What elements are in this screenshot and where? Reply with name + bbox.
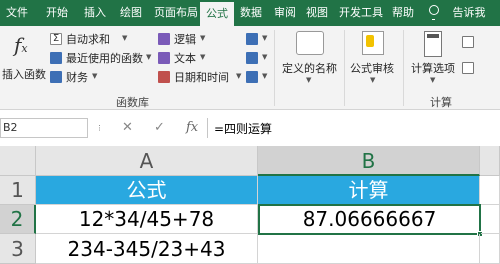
column-header-a[interactable]: A	[36, 146, 258, 176]
column-header-b[interactable]: B	[258, 146, 480, 176]
autosum-button[interactable]: 自动求和	[66, 31, 110, 47]
row-header-2[interactable]: 2	[0, 205, 36, 234]
fx-icon[interactable]: fx	[186, 120, 198, 135]
tab-insert[interactable]: 插入	[78, 0, 112, 26]
lightbulb-icon[interactable]	[429, 5, 439, 20]
calculator-display	[427, 34, 439, 38]
more-vertical-icon: ⋮	[96, 124, 103, 132]
cell-c1[interactable]	[480, 176, 500, 205]
cell-b1[interactable]: 计算	[258, 176, 480, 205]
tab-file[interactable]: 文件	[0, 0, 34, 26]
cell-c2[interactable]	[481, 205, 500, 234]
tab-formulas[interactable]: 公式	[200, 2, 234, 26]
tag-icon[interactable]	[296, 31, 324, 55]
question-book-icon	[158, 33, 170, 45]
warning-icon	[366, 35, 374, 47]
theta-icon[interactable]	[246, 52, 258, 64]
name-box-value[interactable]: B2	[3, 121, 18, 134]
tab-data[interactable]: 数据	[234, 0, 268, 26]
clock-icon	[158, 71, 170, 83]
calculation-options-button[interactable]: 计算选项	[411, 60, 455, 76]
date-time-button[interactable]: 日期和时间	[174, 69, 229, 85]
tab-help[interactable]: 帮助	[386, 0, 420, 26]
chevron-down-icon[interactable]: ▼	[262, 72, 267, 80]
chevron-down-icon[interactable]: ▼	[146, 53, 151, 61]
formula-auditing-button[interactable]: 公式审核	[350, 60, 394, 76]
calc-now-icon[interactable]	[462, 62, 474, 74]
text-icon	[158, 52, 170, 64]
chevron-down-icon[interactable]: ▼	[430, 76, 435, 84]
cell-b2[interactable]: 87.06666667	[258, 204, 481, 235]
defined-names-button[interactable]: 定义的名称	[282, 60, 337, 76]
lookup-icon[interactable]	[246, 33, 258, 45]
tab-developer[interactable]: 开发工具	[333, 0, 389, 26]
row-header-3[interactable]: 3	[0, 234, 36, 264]
group-label-calculation: 计算	[430, 96, 452, 109]
tab-draw[interactable]: 绘图	[114, 0, 148, 26]
text-button[interactable]: 文本	[174, 50, 196, 66]
chevron-down-icon[interactable]: ▼	[262, 53, 267, 61]
cell-c3[interactable]	[480, 234, 500, 264]
cell-a2[interactable]: 12*34/45+78	[36, 205, 258, 234]
cell-a1[interactable]: 公式	[36, 176, 258, 205]
formula-input[interactable]: =四则运算	[214, 120, 272, 137]
financial-button[interactable]: 财务	[66, 69, 88, 85]
ribbon-separator	[274, 30, 275, 106]
chevron-down-icon[interactable]: ▼	[92, 72, 97, 80]
tab-page-layout[interactable]: 页面布局	[148, 0, 204, 26]
cell-a3[interactable]: 234-345/23+43	[36, 234, 258, 264]
enter-icon[interactable]: ✓	[154, 120, 165, 135]
tell-me-search[interactable]: 告诉我	[446, 0, 492, 26]
column-header-c[interactable]	[480, 146, 500, 176]
recent-functions-button[interactable]: 最近使用的函数	[66, 50, 143, 66]
tab-home[interactable]: 开始	[40, 0, 74, 26]
insert-function-button[interactable]: 插入函数	[2, 66, 46, 82]
more-functions-icon[interactable]	[246, 71, 258, 83]
ribbon-separator	[344, 30, 345, 106]
chevron-down-icon[interactable]: ▼	[200, 34, 205, 42]
chevron-down-icon[interactable]: ▼	[236, 72, 241, 80]
fx-icon[interactable]: fx	[14, 33, 38, 57]
book-icon	[50, 71, 62, 83]
ribbon-separator	[403, 30, 404, 106]
row-header-1[interactable]: 1	[0, 176, 36, 205]
chevron-down-icon[interactable]: ▼	[370, 76, 375, 84]
cell-b3[interactable]	[258, 234, 480, 264]
tab-view[interactable]: 视图	[300, 0, 334, 26]
chevron-down-icon[interactable]: ▼	[262, 34, 267, 42]
select-all-corner[interactable]	[0, 146, 36, 176]
chevron-down-icon[interactable]: ▼	[122, 34, 127, 42]
tab-review[interactable]: 审阅	[268, 0, 302, 26]
group-label-function-library: 函数库	[116, 96, 149, 109]
chevron-down-icon[interactable]: ▼	[200, 53, 205, 61]
cancel-icon[interactable]: ✕	[122, 120, 133, 135]
logical-button[interactable]: 逻辑	[174, 31, 196, 47]
sigma-icon: Σ	[50, 33, 62, 45]
chevron-down-icon[interactable]: ▼	[306, 76, 311, 84]
calc-sheet-icon[interactable]	[462, 36, 474, 48]
formula-bar-divider	[207, 118, 208, 138]
star-icon	[50, 52, 62, 64]
